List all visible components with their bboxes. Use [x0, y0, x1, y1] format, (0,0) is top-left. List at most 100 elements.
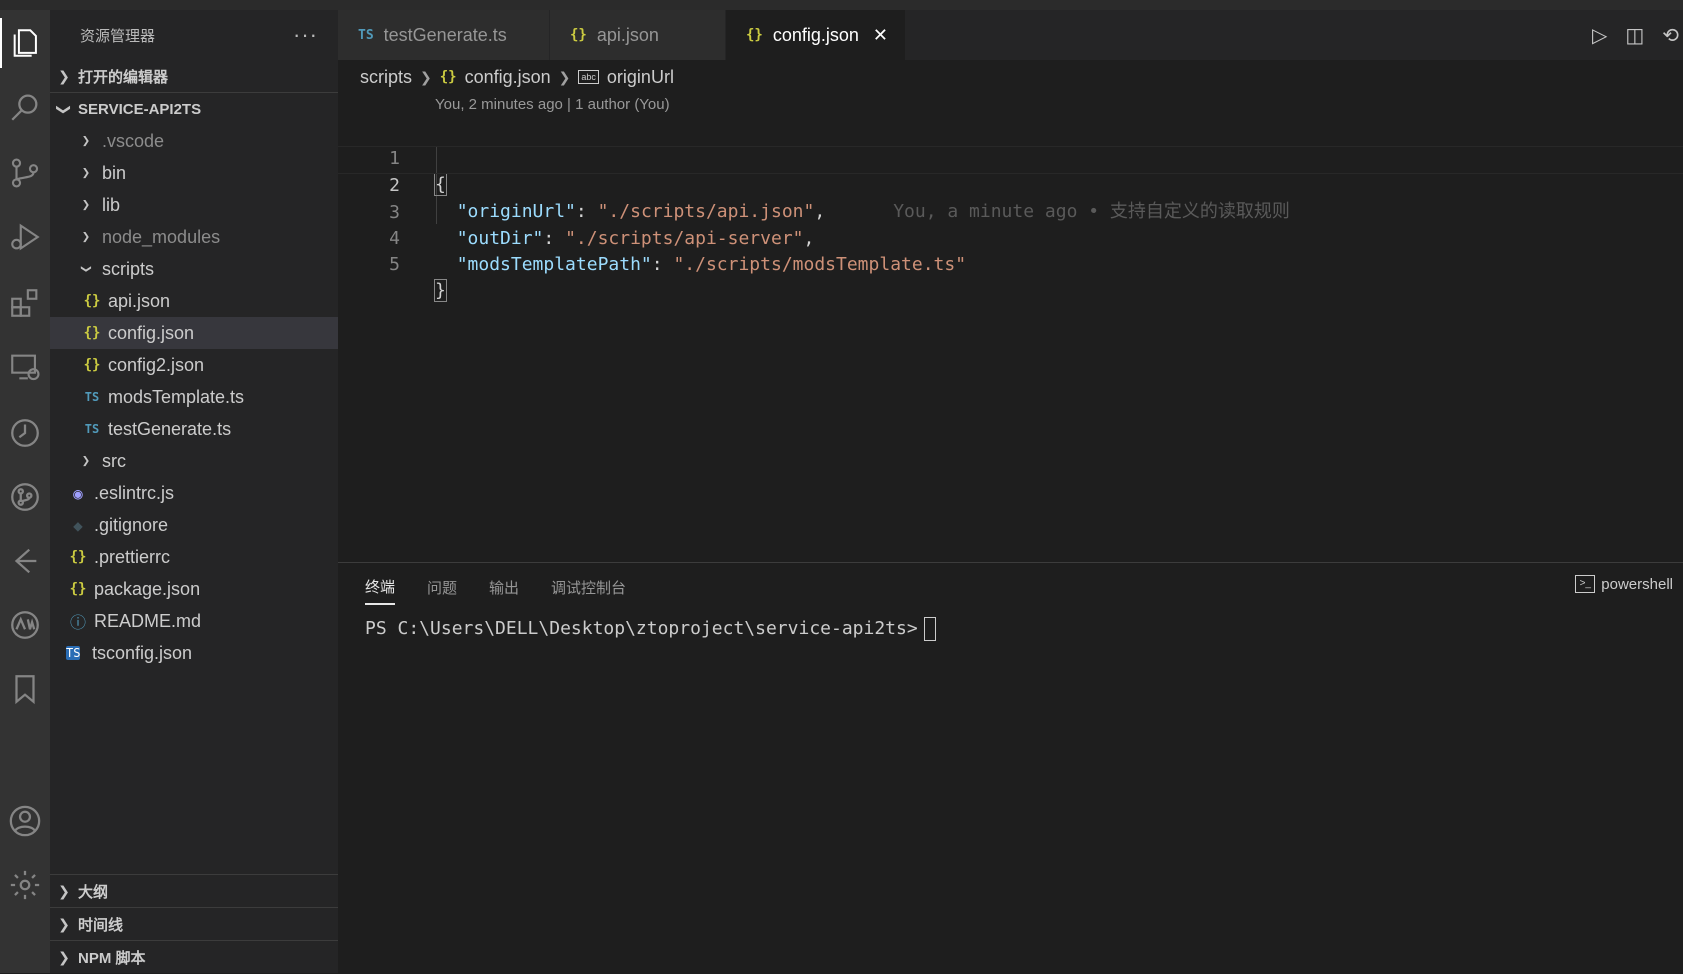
tree-item[interactable]: ❯ lib: [50, 189, 338, 221]
tree-item[interactable]: TS tsconfig.json: [50, 637, 338, 669]
tree-item[interactable]: ⓘ README.md: [50, 605, 338, 637]
explorer-icon[interactable]: [0, 18, 50, 68]
tree-item[interactable]: ❯ node_modules: [50, 221, 338, 253]
chevron-right-icon: ❯: [81, 453, 91, 469]
git-graph-icon[interactable]: [0, 472, 50, 522]
tree-item-label: api.json: [108, 290, 171, 311]
chevron-right-icon: ❯: [58, 915, 70, 932]
npm-scripts-section[interactable]: ❯ NPM 脚本: [50, 940, 338, 973]
project-section[interactable]: ❯ SERVICE-API2TS: [50, 92, 338, 125]
project-label: SERVICE-API2TS: [78, 100, 202, 118]
json-file-icon: {}: [69, 581, 87, 597]
title-strip: [0, 0, 1683, 10]
tree-item[interactable]: {} .prettierrc: [50, 541, 338, 573]
json-file-icon: {}: [83, 357, 101, 373]
tree-item[interactable]: TS modsTemplate.ts: [50, 381, 338, 413]
split-editor-icon[interactable]: ◫: [1625, 23, 1644, 48]
tab-terminal[interactable]: 终端: [365, 570, 396, 605]
json-file-icon: {}: [439, 69, 457, 85]
tree-item-label: .gitignore: [94, 514, 169, 535]
code-line: 4 "modsTemplatePath": "./scripts/modsTem…: [338, 200, 1683, 275]
tree-item[interactable]: ❯ scripts: [50, 253, 338, 285]
chevron-right-icon: ❯: [81, 165, 91, 181]
chevron-right-icon: ❯: [58, 948, 70, 965]
tab-output[interactable]: 输出: [489, 577, 519, 598]
terminal-shell-selector[interactable]: >_ powershell: [1575, 575, 1673, 593]
remote-explorer-icon[interactable]: [0, 342, 50, 392]
search-icon[interactable]: [0, 82, 50, 132]
breadcrumb-folder[interactable]: scripts: [360, 67, 412, 88]
info-file-icon: ⓘ: [69, 613, 86, 632]
shell-name: powershell: [1601, 575, 1673, 593]
tab-testgenerate[interactable]: TS testGenerate.ts: [338, 10, 550, 60]
json-key: "modsTemplatePath": [456, 254, 652, 275]
json-file-icon: {}: [83, 325, 101, 341]
tree-item-label: lib: [102, 194, 121, 215]
tree-item[interactable]: ❯ src: [50, 445, 338, 477]
code-line-current: 2 "originUrl": "./scripts/api.json", You,…: [338, 146, 1683, 222]
json-file-icon: {}: [746, 27, 763, 43]
settings-gear-icon[interactable]: [0, 860, 50, 910]
tree-item-label: modsTemplate.ts: [108, 386, 245, 407]
tree-item[interactable]: {} api.json: [50, 285, 338, 317]
tree-item[interactable]: ◆ .gitignore: [50, 509, 338, 541]
chevron-right-icon: ❯: [58, 67, 70, 84]
code-editor[interactable]: 1 { 2 "originUrl": "./scripts/api.json",…: [338, 120, 1683, 302]
chevron-right-icon: ❯: [558, 68, 571, 85]
tab-debug-console[interactable]: 调试控制台: [551, 577, 626, 598]
open-editors-label: 打开的编辑器: [78, 68, 169, 86]
source-control-icon[interactable]: [0, 148, 50, 198]
live-share-icon[interactable]: [0, 536, 50, 586]
go-back-icon[interactable]: ⟲: [1662, 23, 1679, 48]
npm-scripts-label: NPM 脚本: [78, 949, 146, 967]
tree-item[interactable]: ◉ .eslintrc.js: [50, 477, 338, 509]
tree-item-label: node_modules: [102, 226, 221, 247]
tree-item[interactable]: {} config.json: [50, 317, 338, 349]
json-string: "./scripts/modsTemplate.ts": [673, 254, 967, 275]
tree-item[interactable]: ❯ .vscode: [50, 125, 338, 157]
timeline-icon[interactable]: [0, 408, 50, 458]
tree-item[interactable]: ❯ bin: [50, 157, 338, 189]
more-actions-icon[interactable]: ···: [293, 22, 318, 48]
run-debug-icon[interactable]: [0, 212, 50, 262]
chevron-right-icon: ❯: [420, 68, 432, 85]
bookmarks-icon[interactable]: [0, 664, 50, 714]
account-icon[interactable]: [0, 796, 50, 846]
extensions-icon[interactable]: [0, 278, 50, 328]
breadcrumb-file[interactable]: config.json: [465, 67, 551, 88]
tree-item-label: package.json: [94, 578, 201, 599]
tree-item[interactable]: {} config2.json: [50, 349, 338, 381]
terminal[interactable]: PS C:\Users\DELL\Desktop\ztoproject\serv…: [365, 617, 936, 641]
tree-item-label: scripts: [102, 258, 155, 279]
timeline-label: 时间线: [78, 916, 124, 934]
terminal-icon: >_: [1575, 575, 1596, 593]
timeline-section[interactable]: ❯ 时间线: [50, 907, 338, 940]
tab-problems[interactable]: 问题: [427, 577, 457, 598]
run-icon[interactable]: ▷: [1592, 23, 1607, 48]
eslint-file-icon: ◉: [73, 483, 83, 503]
chevron-right-icon: ❯: [81, 229, 91, 245]
tab-config-json[interactable]: {} config.json ✕: [726, 10, 906, 60]
tsconfig-file-icon: TS: [66, 646, 81, 660]
tree-item[interactable]: TS testGenerate.ts: [50, 413, 338, 445]
tree-item[interactable]: {} package.json: [50, 573, 338, 605]
tree-item-label: config2.json: [108, 354, 205, 375]
chevron-down-icon: ❯: [78, 264, 94, 274]
aw-icon[interactable]: [0, 600, 50, 650]
git-codelens[interactable]: You, 2 minutes ago | 1 author (You): [435, 96, 670, 113]
explorer-sidebar: 资源管理器 ··· ❯ 打开的编辑器 ❯ SERVICE-API2TS ❯ .vs…: [50, 10, 338, 973]
editor-actions: ▷ ◫ ⟲: [1592, 10, 1683, 60]
json-file-icon: {}: [69, 549, 87, 565]
typescript-file-icon: TS: [84, 422, 100, 436]
editor-tabs: TS testGenerate.ts {} api.json {} config…: [338, 10, 1683, 60]
tree-item-label: .prettierrc: [94, 546, 171, 567]
outline-label: 大纲: [78, 883, 109, 901]
open-editors-section[interactable]: ❯ 打开的编辑器: [50, 60, 338, 92]
tab-api-json[interactable]: {} api.json: [550, 10, 726, 60]
outline-section[interactable]: ❯ 大纲: [50, 874, 338, 907]
json-file-icon: {}: [570, 27, 587, 43]
close-icon[interactable]: ✕: [873, 25, 888, 46]
bottom-panel: 终端 问题 输出 调试控制台 >_ powershell PS C:\Users…: [338, 562, 1683, 974]
breadcrumb-symbol[interactable]: originUrl: [607, 67, 674, 88]
activity-bar: [0, 10, 50, 973]
